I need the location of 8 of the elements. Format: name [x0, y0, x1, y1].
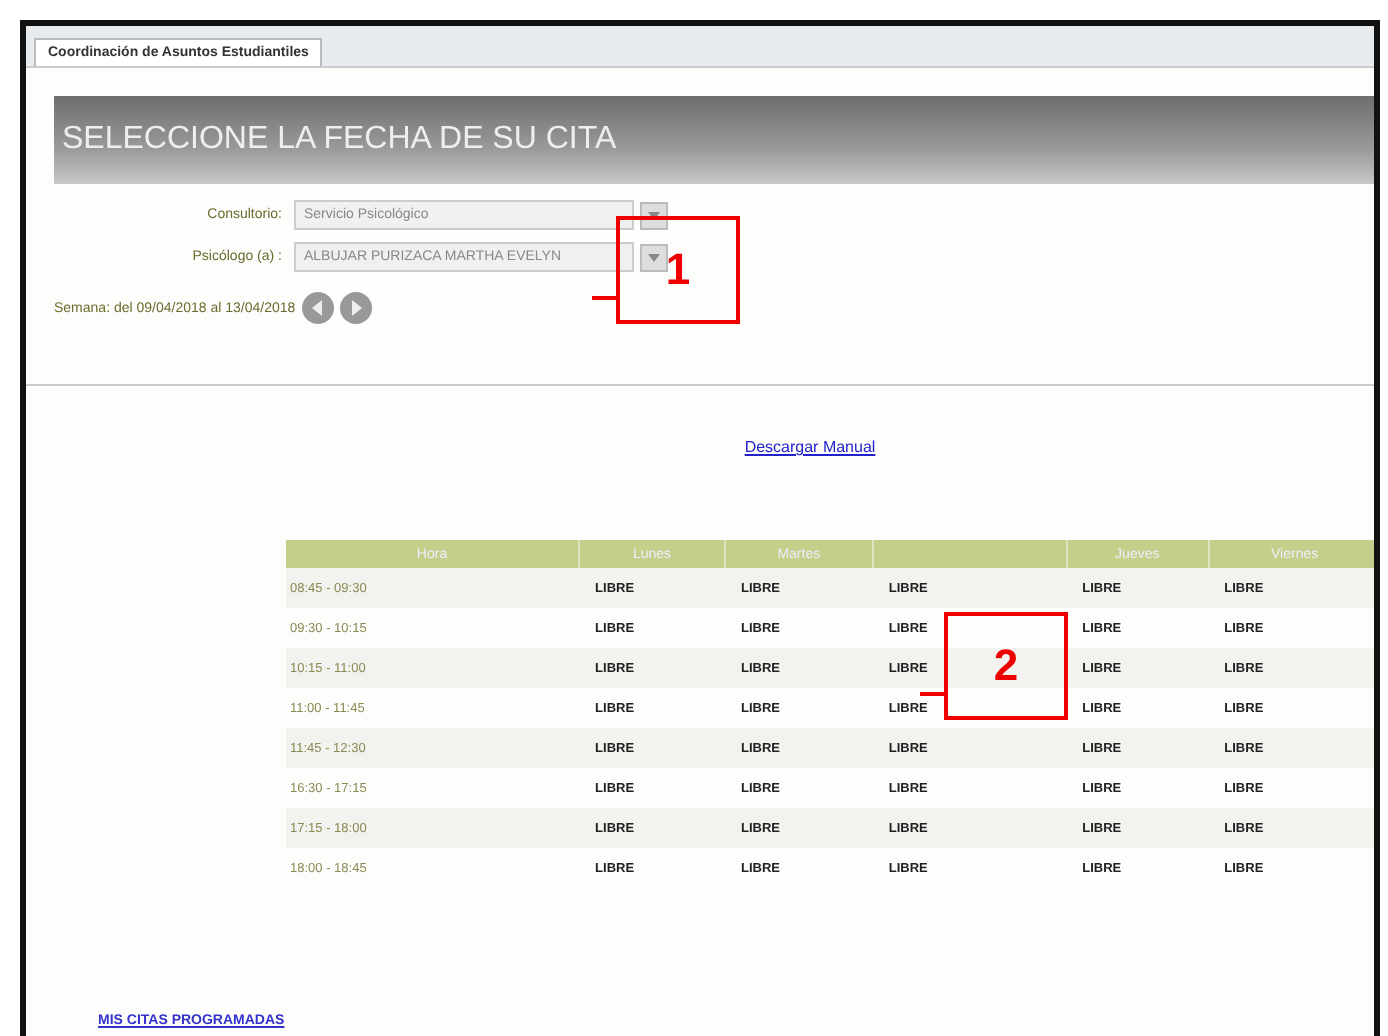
next-icon[interactable]	[339, 292, 372, 324]
page-title: SELECCIONE LA FECHA DE SU CITA	[54, 96, 1374, 184]
callout-box: 1	[616, 216, 740, 324]
leader-line	[920, 692, 944, 696]
callout-box: 2	[944, 612, 1068, 720]
manual-link[interactable]: Descargar Manual	[744, 438, 876, 456]
previous-icon[interactable]	[301, 292, 334, 324]
leader-line	[592, 296, 616, 300]
